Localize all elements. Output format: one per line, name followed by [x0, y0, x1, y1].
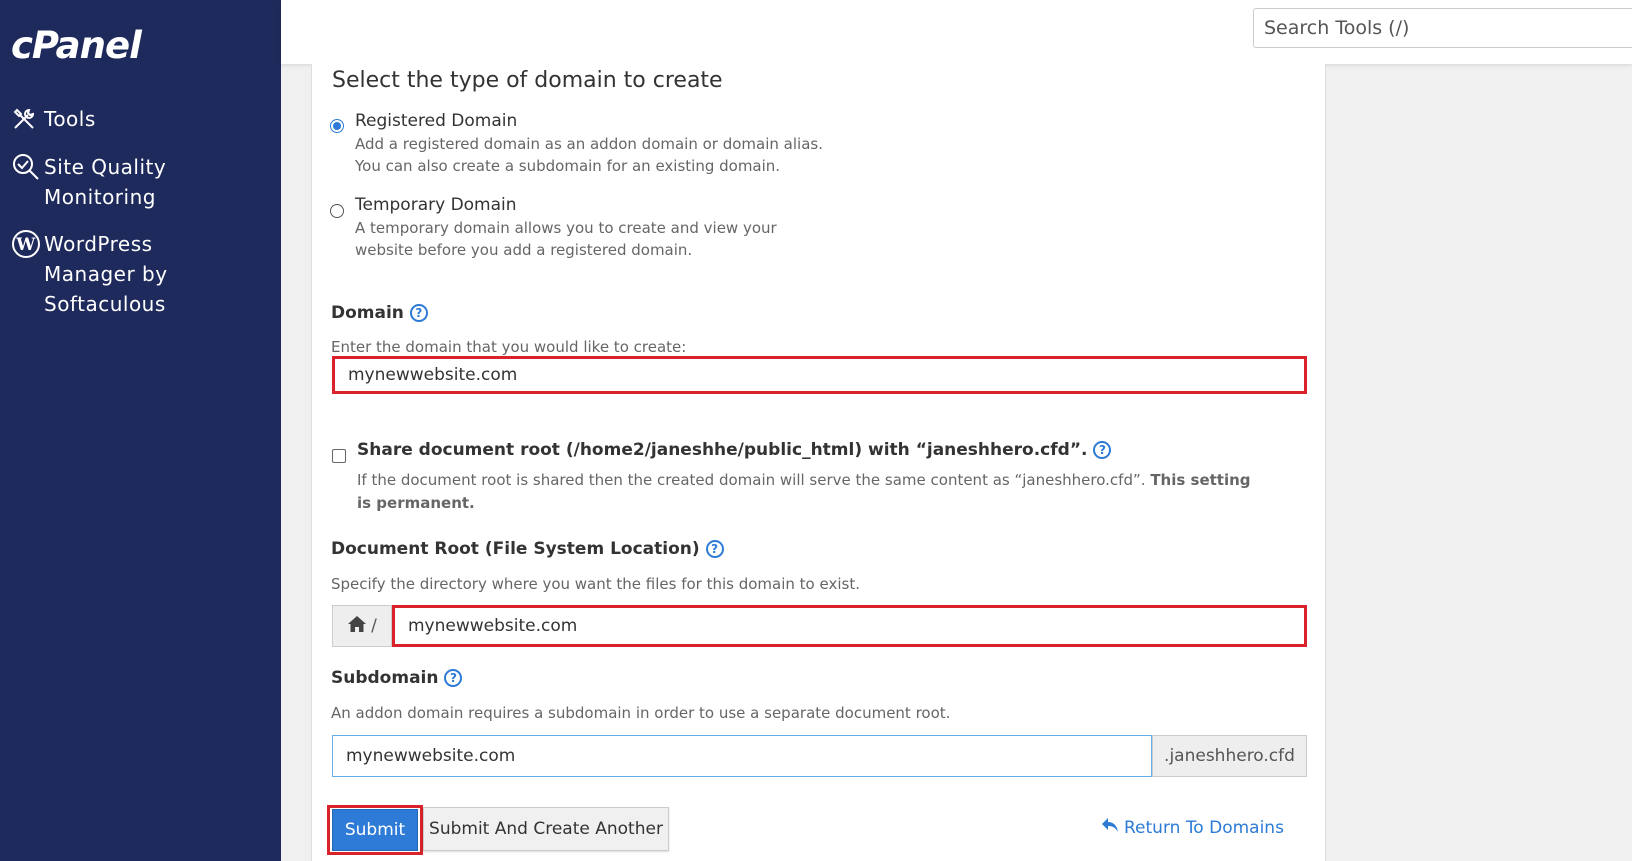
sidebar-item-site-quality[interactable]: Site Quality Monitoring	[11, 152, 244, 212]
sidebar-item-label: Tools	[44, 107, 96, 131]
search-tools-input[interactable]	[1253, 8, 1632, 48]
submit-button[interactable]: Submit	[332, 809, 418, 851]
create-domain-panel: Select the type of domain to create Regi…	[311, 64, 1326, 861]
sidebar-item-tools[interactable]: Tools	[11, 104, 244, 134]
reply-arrow-icon	[1101, 817, 1119, 838]
site-quality-icon	[11, 152, 44, 182]
share-docroot-desc-text: If the document root is shared then the …	[357, 471, 1146, 489]
registered-domain-radio[interactable]	[330, 119, 344, 133]
subdomain-input[interactable]	[332, 735, 1152, 777]
return-to-domains-link[interactable]: Return To Domains	[1101, 817, 1284, 838]
submit-and-create-another-button[interactable]: Submit And Create Another	[423, 807, 669, 851]
return-to-domains-text: Return To Domains	[1124, 817, 1284, 838]
domain-hint: Enter the domain that you would like to …	[331, 338, 687, 356]
domain-help-icon[interactable]: ?	[409, 304, 428, 322]
docroot-label: Document Root (File System Location) ?	[331, 539, 724, 559]
subdomain-label: Subdomain ?	[331, 668, 463, 688]
registered-domain-label[interactable]: Registered Domain	[355, 111, 517, 131]
domain-input[interactable]	[332, 356, 1307, 394]
svg-text:W: W	[15, 235, 36, 255]
registered-domain-desc-2: You can also create a subdomain for an e…	[355, 157, 781, 175]
page-title: Select the type of domain to create	[332, 68, 723, 93]
sidebar-item-label: WordPress Manager by Softaculous	[44, 232, 168, 316]
share-docroot-checkbox[interactable]	[332, 449, 346, 463]
docroot-input[interactable]	[392, 605, 1307, 647]
docroot-label-text: Document Root (File System Location)	[331, 539, 700, 559]
share-docroot-help-icon[interactable]: ?	[1093, 441, 1112, 459]
temporary-domain-desc-2: website before you add a registered doma…	[355, 241, 693, 259]
docroot-prefix: /	[332, 605, 392, 647]
temporary-domain-desc-1: A temporary domain allows you to create …	[355, 219, 777, 237]
share-docroot-label[interactable]: Share document root (/home2/janeshhe/pub…	[357, 440, 1112, 460]
docroot-prefix-slash: /	[371, 616, 377, 636]
docroot-help-icon[interactable]: ?	[705, 540, 724, 558]
subdomain-help-icon[interactable]: ?	[444, 669, 463, 687]
subdomain-label-text: Subdomain	[331, 668, 439, 688]
share-docroot-desc: If the document root is shared then the …	[357, 469, 1267, 515]
subdomain-hint: An addon domain requires a subdomain in …	[331, 704, 951, 722]
sidebar-item-wordpress[interactable]: W WordPress Manager by Softaculous	[11, 229, 224, 319]
temporary-domain-radio[interactable]	[330, 204, 344, 218]
docroot-hint: Specify the directory where you want the…	[331, 575, 860, 593]
wordpress-icon: W	[11, 229, 44, 259]
temporary-domain-label[interactable]: Temporary Domain	[355, 195, 517, 215]
subdomain-suffix: .janeshhero.cfd	[1152, 735, 1307, 777]
sidebar: cPanel Tools Site Quality Monitoring W W…	[0, 0, 281, 861]
registered-domain-desc-1: Add a registered domain as an addon doma…	[355, 135, 823, 153]
domain-label: Domain ?	[331, 303, 428, 323]
share-docroot-label-text: Share document root (/home2/janeshhe/pub…	[357, 440, 1088, 460]
cpanel-logo[interactable]: cPanel	[11, 24, 142, 67]
domain-label-text: Domain	[331, 303, 404, 323]
home-icon	[347, 615, 367, 638]
sidebar-item-label: Site Quality Monitoring	[44, 155, 167, 209]
tools-icon	[11, 104, 44, 134]
